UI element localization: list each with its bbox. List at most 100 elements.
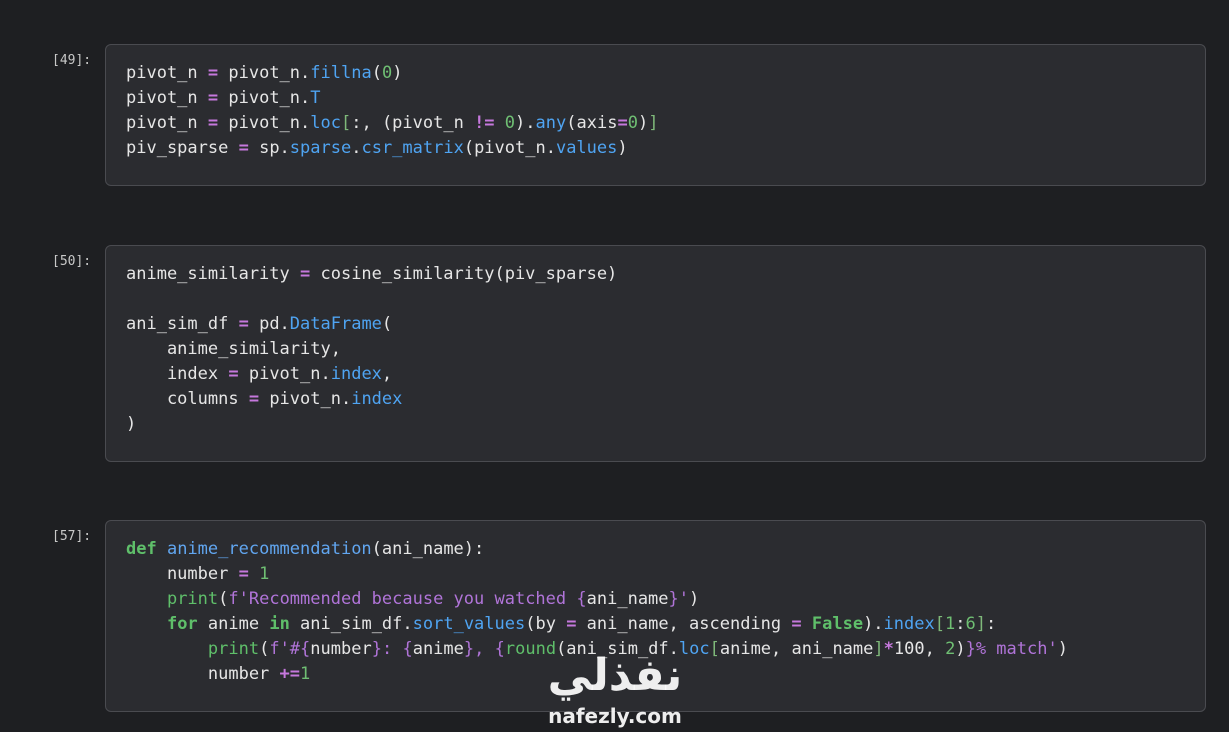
code-token: sort_values [412, 614, 526, 634]
code-token: } [965, 639, 976, 659]
watermark-logo: نفذلي nafezly.com [540, 650, 690, 730]
code-token: ) [126, 414, 137, 434]
code-token: * [883, 639, 894, 659]
code-token: 0 [627, 113, 638, 133]
code-token: 1 [259, 564, 270, 584]
code-token: % match' [975, 639, 1058, 659]
code-token: anime [412, 639, 464, 659]
code-token: anime_similarity, [126, 339, 341, 359]
code-token: ) [689, 589, 700, 609]
code-token: pivot_n [126, 88, 208, 108]
code-token: sp. [248, 138, 290, 158]
code-token: print [207, 639, 260, 659]
code-token: (axis [566, 113, 618, 133]
code-token: }' [668, 589, 690, 609]
code-token: loc [310, 113, 341, 133]
code-token: 0 [504, 113, 516, 133]
code-token: ani_name, ascending [576, 614, 792, 634]
code-token: ) [617, 138, 628, 158]
code-token: anime, ani_name [719, 639, 874, 659]
code-line: ) [126, 412, 1185, 437]
code-token: ). [515, 113, 536, 133]
code-token: , [381, 364, 393, 384]
code-token: anime_similarity [126, 264, 300, 284]
code-token: any [535, 113, 567, 133]
code-token: = [300, 264, 311, 284]
code-token: = [207, 113, 219, 133]
code-token: in [269, 614, 290, 634]
code-editor[interactable]: pivot_n = pivot_n.fillna(0) pivot_n = piv… [105, 44, 1206, 186]
code-token: columns [126, 389, 249, 409]
code-token: for [166, 614, 198, 634]
code-token: (ani_name): [371, 539, 485, 559]
code-token: pivot_n. [218, 113, 311, 133]
code-token: cosine_similarity(piv_sparse) [310, 264, 618, 284]
code-token: sparse [289, 138, 352, 158]
code-line: pivot_n = pivot_n.fillna(0) [126, 61, 1185, 86]
code-token: = [791, 614, 802, 634]
code-editor[interactable]: anime_similarity = cosine_similarity(piv… [105, 245, 1206, 462]
code-token: ] [873, 639, 884, 659]
code-token: 1 [300, 664, 311, 684]
code-token: (pivot_n. [463, 138, 556, 158]
code-token: ( [371, 63, 382, 83]
code-token: , [474, 639, 495, 659]
code-token: 1 [944, 614, 956, 634]
code-token: ( [259, 639, 270, 659]
code-token: ) [1057, 639, 1068, 659]
code-token: number [126, 664, 280, 684]
code-token: ) [637, 113, 649, 133]
code-token: ] [975, 614, 986, 634]
code-line: ani_sim_df = pd.DataFrame( [126, 312, 1185, 337]
code-token: { [402, 639, 413, 659]
code-token: pivot_n. [238, 364, 331, 384]
code-token: def [126, 539, 157, 559]
watermark-arabic-text: نفذلي [547, 650, 683, 701]
code-line: pivot_n = pivot_n.loc[:, (pivot_n != 0).… [126, 111, 1185, 136]
code-token: 6 [965, 614, 976, 634]
code-token: = [228, 364, 239, 384]
code-token: != [474, 113, 495, 133]
code-token: } [463, 639, 475, 659]
code-token: = [238, 314, 249, 334]
code-token: number [310, 639, 372, 659]
code-token: : [381, 639, 403, 659]
code-line: index = pivot_n.index, [126, 362, 1185, 387]
code-token: fillna [310, 63, 372, 83]
code-token: piv_sparse [126, 138, 239, 158]
code-token: pivot_n. [218, 63, 311, 83]
code-token: = [617, 113, 628, 133]
code-token: f'# [269, 639, 301, 659]
code-token: anime [197, 614, 270, 634]
code-token: [ [934, 614, 945, 634]
code-token: = [238, 138, 249, 158]
code-token: index [330, 364, 382, 384]
code-token: number [126, 564, 239, 584]
code-token: pd. [248, 314, 290, 334]
cell-prompt: [57]: [52, 529, 92, 544]
code-token: print [166, 589, 219, 609]
code-token: [ [340, 113, 352, 133]
watermark-domain-text: nafezly.com [548, 704, 682, 728]
code-token: anime_recommendation [166, 539, 372, 559]
code-token: } [371, 639, 382, 659]
code-line: anime_similarity, [126, 337, 1185, 362]
code-token: index [883, 614, 935, 634]
code-token: : [985, 614, 997, 634]
code-line: number = 1 [126, 562, 1185, 587]
code-token: += [279, 664, 301, 684]
code-token: . [351, 138, 362, 158]
code-token: [ [709, 639, 720, 659]
code-token: { [576, 589, 587, 609]
code-token: ( [218, 589, 229, 609]
code-token: pivot_n [126, 113, 208, 133]
code-token: pivot_n. [218, 88, 311, 108]
code-token: { [300, 639, 311, 659]
code-token: = [207, 88, 219, 108]
code-line: print(f'Recommended because you watched … [126, 587, 1185, 612]
code-token: f'Recommended because you watched [228, 589, 577, 609]
